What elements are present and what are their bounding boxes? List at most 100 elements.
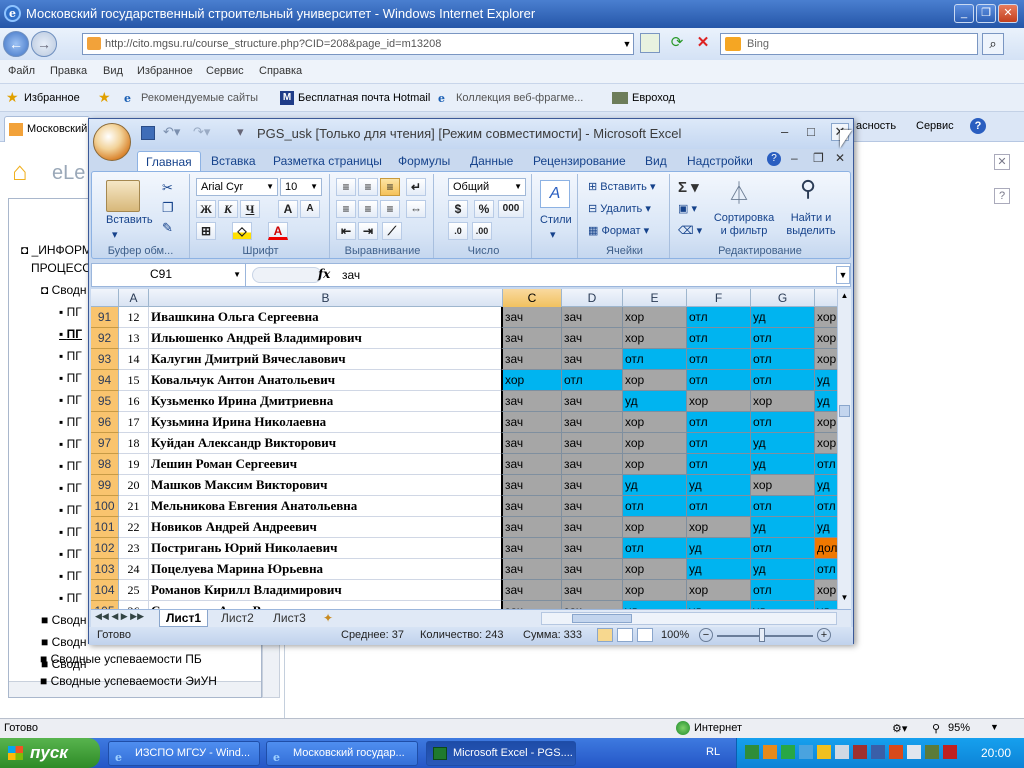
- cells-format-button[interactable]: ▦ Формат ▾: [588, 224, 649, 237]
- compat-view-icon[interactable]: [640, 33, 660, 53]
- autosum-icon[interactable]: Σ ▾: [678, 178, 699, 196]
- sort-filter-button[interactable]: Сортировка и фильтр: [710, 212, 778, 238]
- increase-decimal-icon[interactable]: .0: [448, 222, 468, 240]
- cell-grade[interactable]: отл: [623, 496, 687, 517]
- increase-indent-icon[interactable]: ⇥: [358, 222, 378, 240]
- worksheet-grid[interactable]: A B C D E F G 91 12 Ивашкина Ольга Сергеев…: [91, 289, 851, 609]
- cell-grade[interactable]: зач: [562, 517, 623, 538]
- menu-file[interactable]: Файл: [8, 65, 35, 77]
- align-right-icon[interactable]: ≡: [380, 200, 400, 218]
- cell-grade[interactable]: хор: [623, 580, 687, 601]
- cells-insert-button[interactable]: ⊞ Вставить ▾: [588, 180, 656, 193]
- row-header[interactable]: 97: [91, 433, 119, 454]
- decrease-indent-icon[interactable]: ⇤: [336, 222, 356, 240]
- cell-grade[interactable]: хор: [623, 559, 687, 580]
- cell-grade[interactable]: отл: [687, 349, 751, 370]
- cell-grade[interactable]: зач: [501, 475, 562, 496]
- refresh-icon[interactable]: ⟳: [666, 33, 688, 53]
- cell-grade[interactable]: хор: [751, 475, 815, 496]
- sheet-tab-2[interactable]: Лист2: [215, 611, 260, 625]
- menu-view[interactable]: Вид: [103, 65, 123, 77]
- cell-grade[interactable]: зач: [562, 454, 623, 475]
- cell-student-name[interactable]: Лешин Роман Сергеевич: [149, 454, 503, 475]
- row-header[interactable]: 104: [91, 580, 119, 601]
- back-icon[interactable]: ←: [3, 31, 29, 57]
- find-icon[interactable]: ⚲: [800, 176, 816, 202]
- cell-grade[interactable]: отл: [687, 307, 751, 328]
- formula-input[interactable]: зач: [342, 268, 360, 282]
- cell-number[interactable]: 12: [119, 307, 149, 328]
- address-input[interactable]: http://cito.mgsu.ru/course_structure.php…: [82, 33, 634, 55]
- font-color-icon[interactable]: A: [268, 222, 288, 240]
- cell-grade[interactable]: зач: [501, 349, 562, 370]
- cell-grade[interactable]: отл: [751, 412, 815, 433]
- tray-icon-9[interactable]: [889, 745, 903, 759]
- cell-grade[interactable]: хор: [623, 454, 687, 475]
- cell-number[interactable]: 24: [119, 559, 149, 580]
- cell-grade[interactable]: уд: [687, 538, 751, 559]
- cell-grade[interactable]: хор: [687, 580, 751, 601]
- fav-evrohod[interactable]: Евроход: [632, 92, 675, 104]
- row-header[interactable]: 103: [91, 559, 119, 580]
- cell-grade[interactable]: зач: [501, 601, 562, 609]
- cell-grade[interactable]: зач: [562, 328, 623, 349]
- font-name-select[interactable]: Arial Cyr ▼: [196, 178, 278, 196]
- cell-grade[interactable]: хор: [751, 391, 815, 412]
- tray-icon-5[interactable]: [817, 745, 831, 759]
- col-header-d[interactable]: D: [562, 289, 623, 307]
- redo-icon[interactable]: ↷▾: [193, 124, 210, 140]
- cell-student-name[interactable]: Новиков Андрей Андреевич: [149, 517, 503, 538]
- page-layout-view-icon[interactable]: [617, 628, 633, 642]
- row-header[interactable]: 94: [91, 370, 119, 391]
- cell-grade[interactable]: зач: [562, 391, 623, 412]
- security-zone[interactable]: Интернет: [694, 722, 742, 734]
- name-box[interactable]: C91 ▼: [92, 264, 246, 286]
- copy-icon[interactable]: ❐: [162, 200, 174, 216]
- scroll-up-icon[interactable]: ▲: [839, 291, 850, 303]
- paste-icon[interactable]: [106, 180, 140, 212]
- cell-grade[interactable]: отл: [687, 454, 751, 475]
- cell-number[interactable]: 18: [119, 433, 149, 454]
- menu-edit[interactable]: Правка: [50, 65, 87, 77]
- tab-moscow[interactable]: Московский: [4, 116, 90, 142]
- cell-grade[interactable]: отл: [687, 433, 751, 454]
- tab-insert[interactable]: Вставка: [211, 154, 256, 168]
- close-panel-icon[interactable]: ✕: [994, 154, 1010, 170]
- cell-grade[interactable]: уд: [687, 601, 751, 609]
- cell-grade[interactable]: зач: [562, 601, 623, 609]
- excel-help-icon[interactable]: ?: [767, 152, 781, 166]
- cell-number[interactable]: 26: [119, 601, 149, 609]
- cells-delete-button[interactable]: ⊟ Удалить ▾: [588, 202, 651, 215]
- cell-grade[interactable]: уд: [751, 559, 815, 580]
- align-left-icon[interactable]: ≡: [336, 200, 356, 218]
- italic-icon[interactable]: К: [218, 200, 238, 218]
- cell-student-name[interactable]: Ильюшенко Андрей Владимирович: [149, 328, 503, 349]
- tray-icon-1[interactable]: [745, 745, 759, 759]
- styles-button[interactable]: Стили: [540, 214, 572, 226]
- address-dropdown-icon[interactable]: ▼: [620, 33, 634, 55]
- page-break-view-icon[interactable]: [637, 628, 653, 642]
- cell-grade[interactable]: зач: [501, 433, 562, 454]
- decrease-decimal-icon[interactable]: .00: [472, 222, 492, 240]
- cell-grade[interactable]: зач: [562, 307, 623, 328]
- clear-icon[interactable]: ⌫ ▾: [678, 224, 702, 237]
- col-header-b[interactable]: B: [149, 289, 503, 307]
- cell-grade[interactable]: зач: [501, 496, 562, 517]
- cell-grade[interactable]: уд: [751, 454, 815, 475]
- cell-grade[interactable]: хор: [687, 391, 751, 412]
- col-header-e[interactable]: E: [623, 289, 687, 307]
- cell-grade[interactable]: хор: [623, 433, 687, 454]
- close-icon[interactable]: ✕: [998, 4, 1018, 23]
- cell-grade[interactable]: отл: [751, 580, 815, 601]
- cell-grade[interactable]: хор: [623, 328, 687, 349]
- search-icon[interactable]: ⌕: [982, 33, 1004, 55]
- cell-student-name[interactable]: Романов Кирилл Владимирович: [149, 580, 503, 601]
- cell-grade[interactable]: уд: [623, 475, 687, 496]
- cell-grade[interactable]: хор: [687, 517, 751, 538]
- row-header[interactable]: 100: [91, 496, 119, 517]
- cell-grade[interactable]: зач: [501, 559, 562, 580]
- cell-grade[interactable]: зач: [562, 580, 623, 601]
- scroll-down-icon[interactable]: ▼: [839, 593, 850, 605]
- undo-icon[interactable]: ↶▾: [163, 124, 180, 140]
- cell-student-name[interactable]: Машков Максим Викторович: [149, 475, 503, 496]
